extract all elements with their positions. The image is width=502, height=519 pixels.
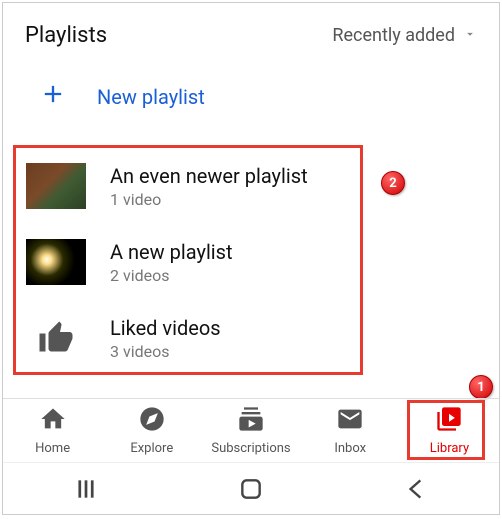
new-playlist-label: New playlist: [97, 85, 205, 109]
playlist-item[interactable]: Liked videos 3 videos: [16, 300, 360, 376]
liked-videos-icon: [26, 315, 86, 361]
explore-icon: [138, 405, 166, 437]
playlist-thumbnail: [26, 163, 86, 209]
playlist-info: Liked videos 3 videos: [110, 316, 221, 361]
playlist-title: An even newer playlist: [110, 164, 308, 188]
nav-inbox[interactable]: Inbox: [301, 399, 400, 462]
nav-library[interactable]: Library: [400, 399, 499, 462]
nav-label: Home: [35, 441, 70, 456]
back-button[interactable]: [386, 469, 446, 509]
screen: Playlists Recently added New playlist An…: [2, 2, 500, 515]
playlist-info: An even newer playlist 1 video: [110, 164, 308, 209]
inbox-icon: [336, 405, 364, 437]
playlist-thumbnail: [26, 239, 86, 285]
sort-label: Recently added: [332, 25, 455, 46]
sort-dropdown[interactable]: Recently added: [332, 25, 477, 46]
annotation-badge-2: 2: [381, 171, 405, 195]
playlists-header: Playlists Recently added: [3, 3, 499, 58]
annotation-badge-1: 1: [469, 375, 493, 399]
system-nav: [3, 462, 499, 514]
playlist-title: Liked videos: [110, 316, 221, 340]
playlist-count: 2 videos: [110, 266, 233, 285]
subscriptions-icon: [237, 405, 265, 437]
recent-apps-button[interactable]: [56, 469, 116, 509]
plus-icon: [39, 80, 67, 114]
nav-label: Subscriptions: [211, 441, 290, 456]
playlist-info: A new playlist 2 videos: [110, 240, 233, 285]
dropdown-arrow-icon: [463, 25, 477, 46]
home-button[interactable]: [221, 469, 281, 509]
nav-home[interactable]: Home: [3, 399, 102, 462]
playlist-title: A new playlist: [110, 240, 233, 264]
section-title: Playlists: [25, 23, 107, 48]
nav-explore[interactable]: Explore: [102, 399, 201, 462]
nav-label: Explore: [130, 441, 173, 456]
home-icon: [39, 405, 67, 437]
nav-subscriptions[interactable]: Subscriptions: [201, 399, 300, 462]
playlist-item[interactable]: An even newer playlist 1 video: [16, 148, 360, 224]
new-playlist-button[interactable]: New playlist: [3, 58, 499, 136]
library-icon: [435, 405, 463, 437]
bottom-nav: Home Explore Subscriptions Inbox Library: [3, 398, 499, 462]
playlists-highlight-box: An even newer playlist 1 video A new pla…: [13, 145, 363, 375]
nav-label: Library: [430, 441, 469, 456]
nav-label: Inbox: [334, 441, 366, 456]
playlist-count: 1 video: [110, 190, 308, 209]
playlist-item[interactable]: A new playlist 2 videos: [16, 224, 360, 300]
playlist-count: 3 videos: [110, 342, 221, 361]
